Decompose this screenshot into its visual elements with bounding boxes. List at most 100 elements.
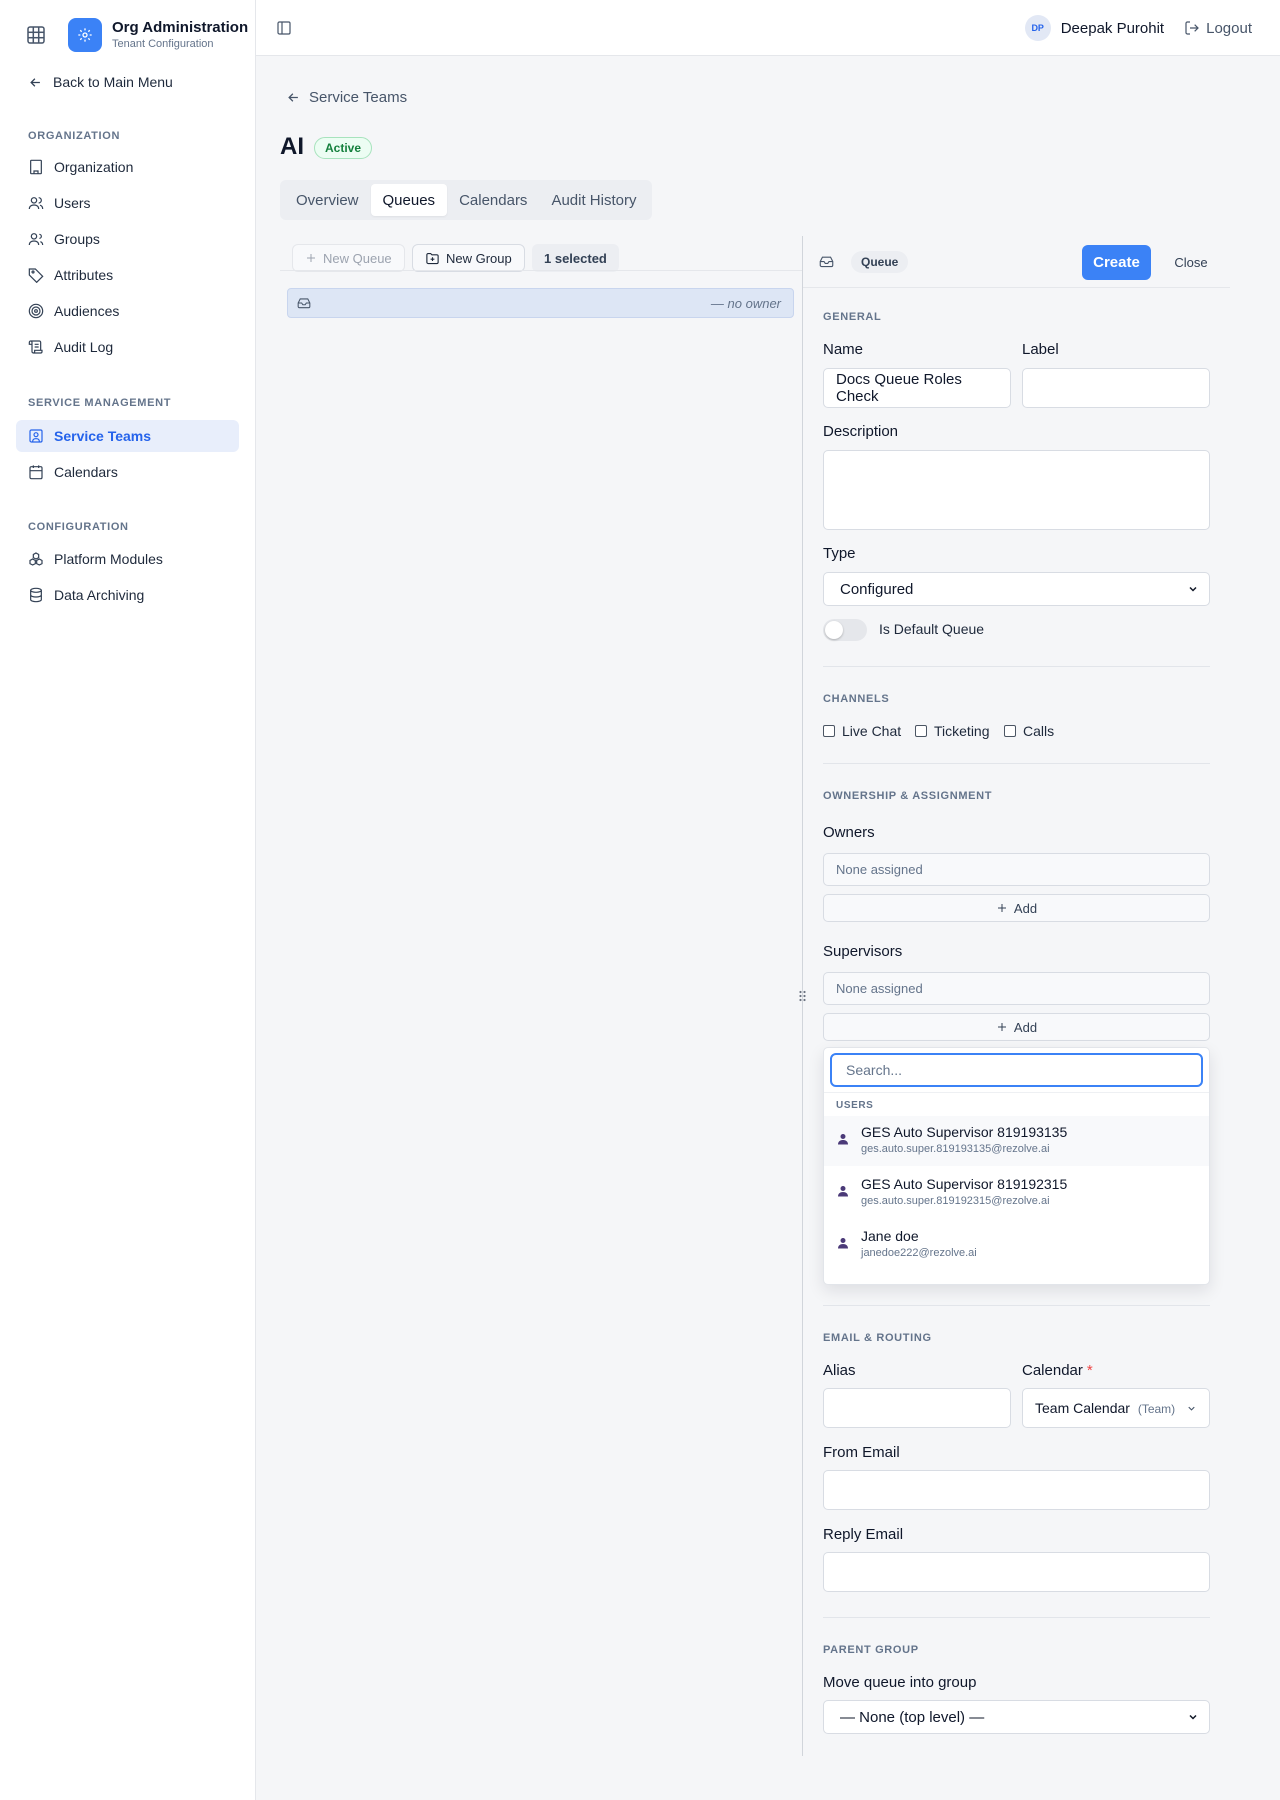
logout-icon: [1185, 21, 1199, 35]
chevron-down-icon: [1189, 1714, 1197, 1720]
tab-queues[interactable]: Queues: [370, 184, 448, 216]
app-title: Org Administration: [112, 19, 249, 36]
from-email-field[interactable]: [823, 1470, 1210, 1510]
create-button[interactable]: Create: [1082, 245, 1151, 280]
tab-overview[interactable]: Overview: [284, 184, 371, 216]
sidebar-item-data-archiving[interactable]: Data Archiving: [16, 579, 239, 611]
checkbox-label: Ticketing: [934, 723, 990, 739]
calendar-select-value: Team Calendar: [1035, 1400, 1130, 1416]
user-search-input[interactable]: Search...: [830, 1053, 1203, 1087]
calendar-label-text: Calendar: [1022, 1362, 1083, 1379]
sidebar-item-label: Service Teams: [54, 428, 152, 444]
checkbox-label: Calls: [1023, 723, 1055, 739]
checkbox-box[interactable]: [915, 725, 927, 737]
user-icon: [28, 197, 44, 210]
avatar[interactable]: DP: [1024, 15, 1051, 41]
checkbox-box[interactable]: [1004, 725, 1016, 737]
sidebar: Org Administration Tenant Configuration …: [0, 0, 256, 1800]
channel-calls-checkbox[interactable]: Calls: [1004, 723, 1054, 739]
user-icon: [838, 1134, 848, 1145]
sidebar-item-platform-modules[interactable]: Platform Modules: [16, 543, 239, 575]
sidebar-item-label: Attributes: [54, 267, 114, 283]
brand: Org Administration Tenant Configuration: [22, 18, 248, 52]
sidebar-item-label: Organization: [54, 159, 134, 175]
tag-icon: [28, 268, 44, 283]
supervisors-label: Supervisors: [823, 943, 903, 960]
sidebar-item-label: Data Archiving: [54, 587, 145, 603]
default-queue-toggle[interactable]: [823, 619, 867, 641]
chevron-down-icon: [1188, 1406, 1195, 1411]
add-label: Add: [1013, 900, 1038, 916]
sidebar-item-users[interactable]: Users: [16, 187, 239, 219]
topbar: DP Deepak Purohit Logout: [256, 0, 1280, 56]
new-queue-button[interactable]: New Queue: [292, 244, 405, 272]
breadcrumb-label: Service Teams: [309, 89, 408, 106]
add-owner-button[interactable]: Add: [823, 894, 1210, 922]
move-queue-label: Move queue into group: [823, 1674, 977, 1691]
sidebar-item-audiences[interactable]: Audiences: [16, 295, 239, 327]
channel-live-chat-checkbox[interactable]: Live Chat: [823, 723, 901, 739]
alias-field[interactable]: [823, 1388, 1011, 1428]
sidebar-item-attributes[interactable]: Attributes: [16, 259, 239, 291]
name-field[interactable]: Docs Queue Roles Check: [823, 368, 1011, 408]
building-icon: [30, 159, 42, 175]
sidebar-toggle-icon[interactable]: [276, 20, 292, 36]
supervisors-list: None assigned: [823, 972, 1210, 1005]
back-label: Back to Main Menu: [53, 74, 173, 90]
sidebar-item-label: Platform Modules: [54, 551, 163, 567]
picker-user-item[interactable]: Jane doe janedoe222@rezolve.ai: [824, 1220, 1209, 1270]
checkbox-label: Live Chat: [842, 723, 902, 739]
app-grid-icon[interactable]: [22, 21, 50, 49]
sidebar-item-calendars[interactable]: Calendars: [16, 456, 239, 488]
reply-email-field[interactable]: [823, 1552, 1210, 1592]
target-icon: [28, 303, 44, 319]
add-supervisor-button[interactable]: Add: [823, 1013, 1210, 1041]
picker-user-name: GES Auto Supervisor 819192315: [861, 1176, 1068, 1192]
status-badge: Active: [314, 137, 373, 159]
nav-section-configuration: CONFIGURATION: [28, 521, 129, 533]
picker-user-email: ges.auto.super.819193135@rezolve.ai: [861, 1143, 1050, 1155]
page-title: AI: [280, 133, 304, 160]
sidebar-item-groups[interactable]: Groups: [16, 223, 239, 255]
app-subtitle: Tenant Configuration: [112, 38, 214, 50]
sidebar-item-audit-log[interactable]: Audit Log: [16, 331, 239, 363]
back-to-main-menu-link[interactable]: Back to Main Menu: [28, 74, 173, 90]
nav-section-service-management: SERVICE MANAGEMENT: [28, 397, 172, 409]
user-icon: [838, 1186, 848, 1197]
new-group-button[interactable]: New Group: [412, 244, 525, 272]
name-label: Name: [823, 341, 864, 358]
divider: [823, 1617, 1210, 1618]
sidebar-item-organization[interactable]: Organization: [16, 151, 239, 183]
type-select[interactable]: Configured: [823, 572, 1210, 606]
toggle-knob: [825, 621, 843, 639]
contact-icon: [29, 429, 43, 443]
sidebar-item-label: Groups: [54, 231, 100, 247]
calendar-select[interactable]: Team Calendar (Team): [1022, 1388, 1210, 1428]
channel-ticketing-checkbox[interactable]: Ticketing: [915, 723, 990, 739]
description-label: Description: [823, 423, 899, 440]
new-queue-label: New Queue: [323, 250, 392, 266]
section-ownership-heading: OWNERSHIP & ASSIGNMENT: [823, 790, 993, 802]
label-field[interactable]: [1022, 368, 1210, 408]
description-field[interactable]: [823, 450, 1210, 530]
users-icon: [28, 233, 44, 246]
tab-calendars[interactable]: Calendars: [447, 184, 539, 216]
user-name: Deepak Purohit: [1060, 19, 1165, 37]
resize-grip-icon[interactable]: [797, 988, 808, 1004]
picker-user-name: GES Auto Supervisor 819193135: [861, 1124, 1068, 1140]
picker-user-item[interactable]: GES Auto Supervisor 819192315 ges.auto.s…: [824, 1168, 1209, 1218]
plus-icon: [307, 254, 315, 262]
queue-row[interactable]: — no owner: [287, 288, 794, 318]
picker-user-email: janedoe222@rezolve.ai: [861, 1247, 977, 1259]
logout-label: Logout: [1206, 19, 1252, 37]
close-button[interactable]: Close: [1163, 245, 1219, 280]
picker-user-item[interactable]: GES Auto Supervisor 819193135 ges.auto.s…: [824, 1116, 1209, 1166]
parent-group-select[interactable]: — None (top level) —: [823, 1700, 1210, 1734]
section-channels-heading: CHANNELS: [823, 693, 890, 705]
tab-audit-history[interactable]: Audit History: [539, 184, 648, 216]
scroll-icon: [28, 340, 43, 354]
sidebar-item-service-teams[interactable]: Service Teams: [16, 420, 239, 452]
logout-button[interactable]: Logout: [1184, 20, 1252, 37]
breadcrumb[interactable]: Service Teams: [286, 89, 407, 106]
checkbox-box[interactable]: [823, 725, 835, 737]
